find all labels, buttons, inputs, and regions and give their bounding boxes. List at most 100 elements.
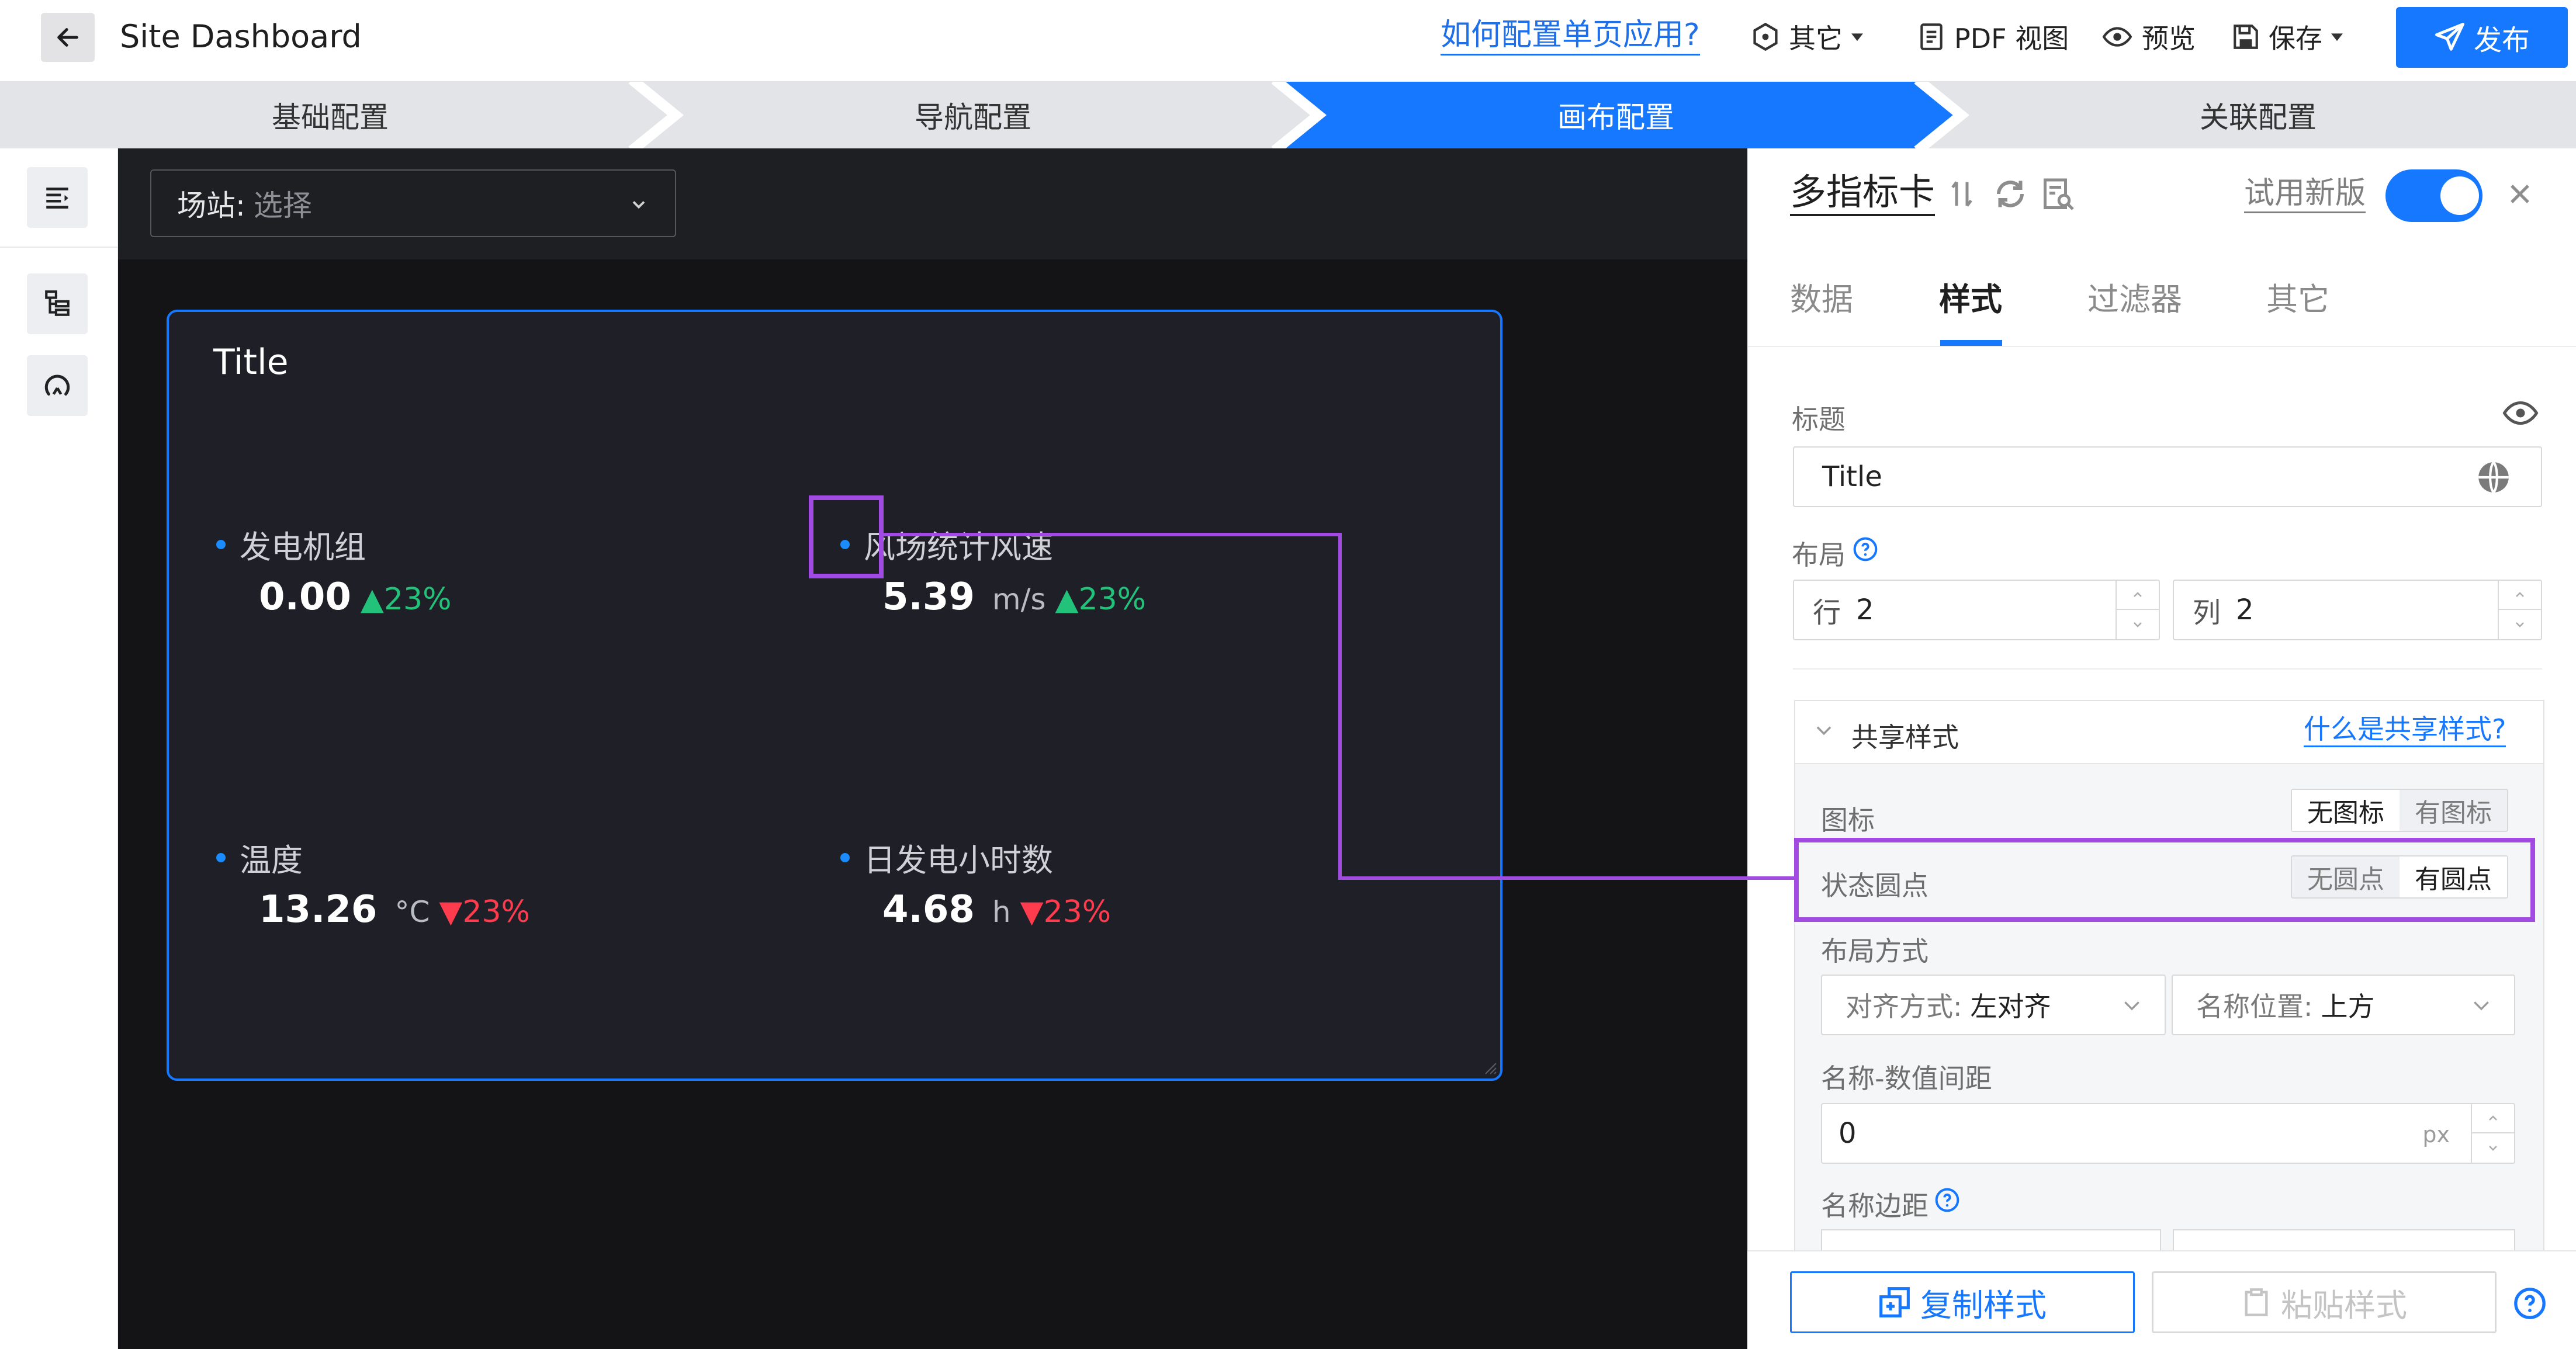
shared-style-title: 共享样式 <box>1851 722 1959 753</box>
divider <box>1793 668 2542 670</box>
shared-style-help-link[interactable]: 什么是共享样式? <box>2304 713 2506 747</box>
tabs-divider <box>1747 346 2576 347</box>
step-basic[interactable]: 基础配置 <box>0 82 660 148</box>
paste-style-button[interactable]: 粘贴样式 <box>2152 1271 2497 1333</box>
document-icon <box>1920 23 1943 50</box>
step-relations[interactable]: 关联配置 <box>1940 82 2576 148</box>
status-dot <box>216 852 226 862</box>
spin-down[interactable] <box>2472 1133 2514 1163</box>
metric-name-text: 日发电小时数 <box>864 842 1053 879</box>
chevron-up-icon <box>2516 592 2524 597</box>
theme-button[interactable] <box>27 355 88 416</box>
metric-value-text: 13.26 <box>259 888 378 931</box>
toggle-knob <box>2440 176 2479 215</box>
row-label: 行 <box>1813 597 1841 629</box>
help-link[interactable]: 如何配置单页应用? <box>1441 16 1700 56</box>
name-position-value: 上方 <box>2321 991 2375 1022</box>
metric-name: 温度 <box>216 834 303 880</box>
row-stepper[interactable]: 行 2 <box>1793 580 2160 640</box>
name-position-select[interactable]: 名称位置: 上方 <box>2172 975 2515 1035</box>
annotation-box-option <box>1794 838 2535 922</box>
spin-up[interactable] <box>2499 581 2541 610</box>
column-spin[interactable] <box>2498 581 2541 639</box>
refresh-icon[interactable] <box>1993 176 2028 211</box>
metric-unit: h <box>992 895 1011 929</box>
site-select-label: 场站: <box>177 189 245 223</box>
spin-up[interactable] <box>2472 1104 2514 1133</box>
trend-up: ▲23% <box>1055 582 1147 617</box>
spin-down[interactable] <box>2117 610 2159 639</box>
outline-toggle-button[interactable] <box>27 167 88 228</box>
icon-segmented[interactable]: 无图标 有图标 <box>2291 789 2508 832</box>
title-input[interactable]: Title <box>1793 446 2542 507</box>
spin-down[interactable] <box>2499 610 2541 639</box>
name-value-gap-value: 0 <box>1838 1117 1857 1150</box>
name-margin-input-left[interactable] <box>1821 1229 2161 1253</box>
tab-data[interactable]: 数据 <box>1790 273 1853 320</box>
inspect-icon[interactable] <box>2041 176 2076 213</box>
column-stepper[interactable]: 列 2 <box>2173 580 2542 640</box>
metric-unit: m/s <box>992 582 1046 616</box>
tab-active-indicator <box>1940 340 2002 346</box>
annotation-connector <box>884 533 1342 536</box>
chevron-up-icon <box>2489 1115 2497 1121</box>
publish-button[interactable]: 发布 <box>2396 7 2568 68</box>
help-icon[interactable] <box>2513 1286 2547 1320</box>
spin-up[interactable] <box>2117 581 2159 610</box>
globe-icon[interactable] <box>2475 459 2512 495</box>
site-select[interactable]: 场站: 选择 <box>150 169 676 237</box>
chevron-down-icon <box>2474 1001 2489 1011</box>
no-icon-option[interactable]: 无图标 <box>2292 790 2400 831</box>
help-icon[interactable] <box>1853 536 1878 562</box>
save-label: 保存 <box>2269 23 2322 54</box>
chevron-down-icon[interactable] <box>1813 720 1835 742</box>
eye-icon[interactable] <box>2502 398 2539 428</box>
step-navigation[interactable]: 导航配置 <box>649 82 1297 148</box>
copy-style-button[interactable]: 复制样式 <box>1790 1271 2135 1333</box>
annotation-connector <box>1338 533 1342 880</box>
chevron-down-icon <box>632 201 645 209</box>
paste-style-label: 粘贴样式 <box>2281 1286 2407 1324</box>
name-value-gap-input[interactable]: 0 px <box>1821 1103 2515 1164</box>
metric-name-text: 风场统计风速 <box>864 529 1053 566</box>
name-position-key: 名称位置: <box>2196 991 2313 1022</box>
caret-down-icon <box>2331 33 2343 41</box>
tab-style[interactable]: 样式 <box>1939 273 2002 320</box>
copy-icon <box>1879 1287 1910 1317</box>
column-label: 列 <box>2193 597 2221 629</box>
gap-spin[interactable] <box>2471 1104 2514 1163</box>
row-value: 2 <box>1856 594 1874 626</box>
page-title: Site Dashboard <box>120 18 362 55</box>
name-margin-label: 名称边距 <box>1821 1190 1928 1222</box>
try-new-version-link[interactable]: 试用新版 <box>2244 175 2366 213</box>
help-icon[interactable] <box>1934 1187 1960 1213</box>
other-menu[interactable]: 其它 <box>1750 18 1867 56</box>
step-canvas[interactable]: 画布配置 <box>1292 82 1940 148</box>
trend-down: ▼23% <box>439 894 530 930</box>
back-button[interactable] <box>41 13 95 62</box>
close-icon[interactable] <box>2506 180 2534 208</box>
arrow-left-icon <box>57 28 78 47</box>
alignment-select[interactable]: 对齐方式: 左对齐 <box>1821 975 2166 1035</box>
component-tree-button[interactable] <box>27 273 88 334</box>
preview-button[interactable]: 预览 <box>2101 18 2196 56</box>
metric-value: 0.00 ▲23% <box>259 575 451 619</box>
chevron-up-icon <box>2134 592 2142 597</box>
card-title: Title <box>213 342 289 383</box>
tab-filters[interactable]: 过滤器 <box>2087 273 2182 320</box>
with-icon-option[interactable]: 有图标 <box>2400 790 2507 831</box>
save-menu[interactable]: 保存 <box>2231 18 2347 56</box>
multi-metric-card[interactable] <box>167 310 1502 1081</box>
metric-name: 发电机组 <box>216 521 366 567</box>
caret-down-icon <box>1851 33 1863 41</box>
pdf-view-label: PDF 视图 <box>1954 23 2069 54</box>
hexagon-icon <box>1753 22 1778 51</box>
row-spin[interactable] <box>2115 581 2159 639</box>
pdf-view-button[interactable]: PDF 视图 <box>1917 18 2069 56</box>
layout-label: 布局 <box>1792 539 1846 571</box>
resize-handle-icon[interactable] <box>1482 1060 1497 1075</box>
name-margin-input-right[interactable] <box>2173 1229 2515 1253</box>
tab-other[interactable]: 其它 <box>2266 273 2329 320</box>
site-select-placeholder: 选择 <box>253 189 312 223</box>
sort-icon[interactable] <box>1946 176 1978 211</box>
